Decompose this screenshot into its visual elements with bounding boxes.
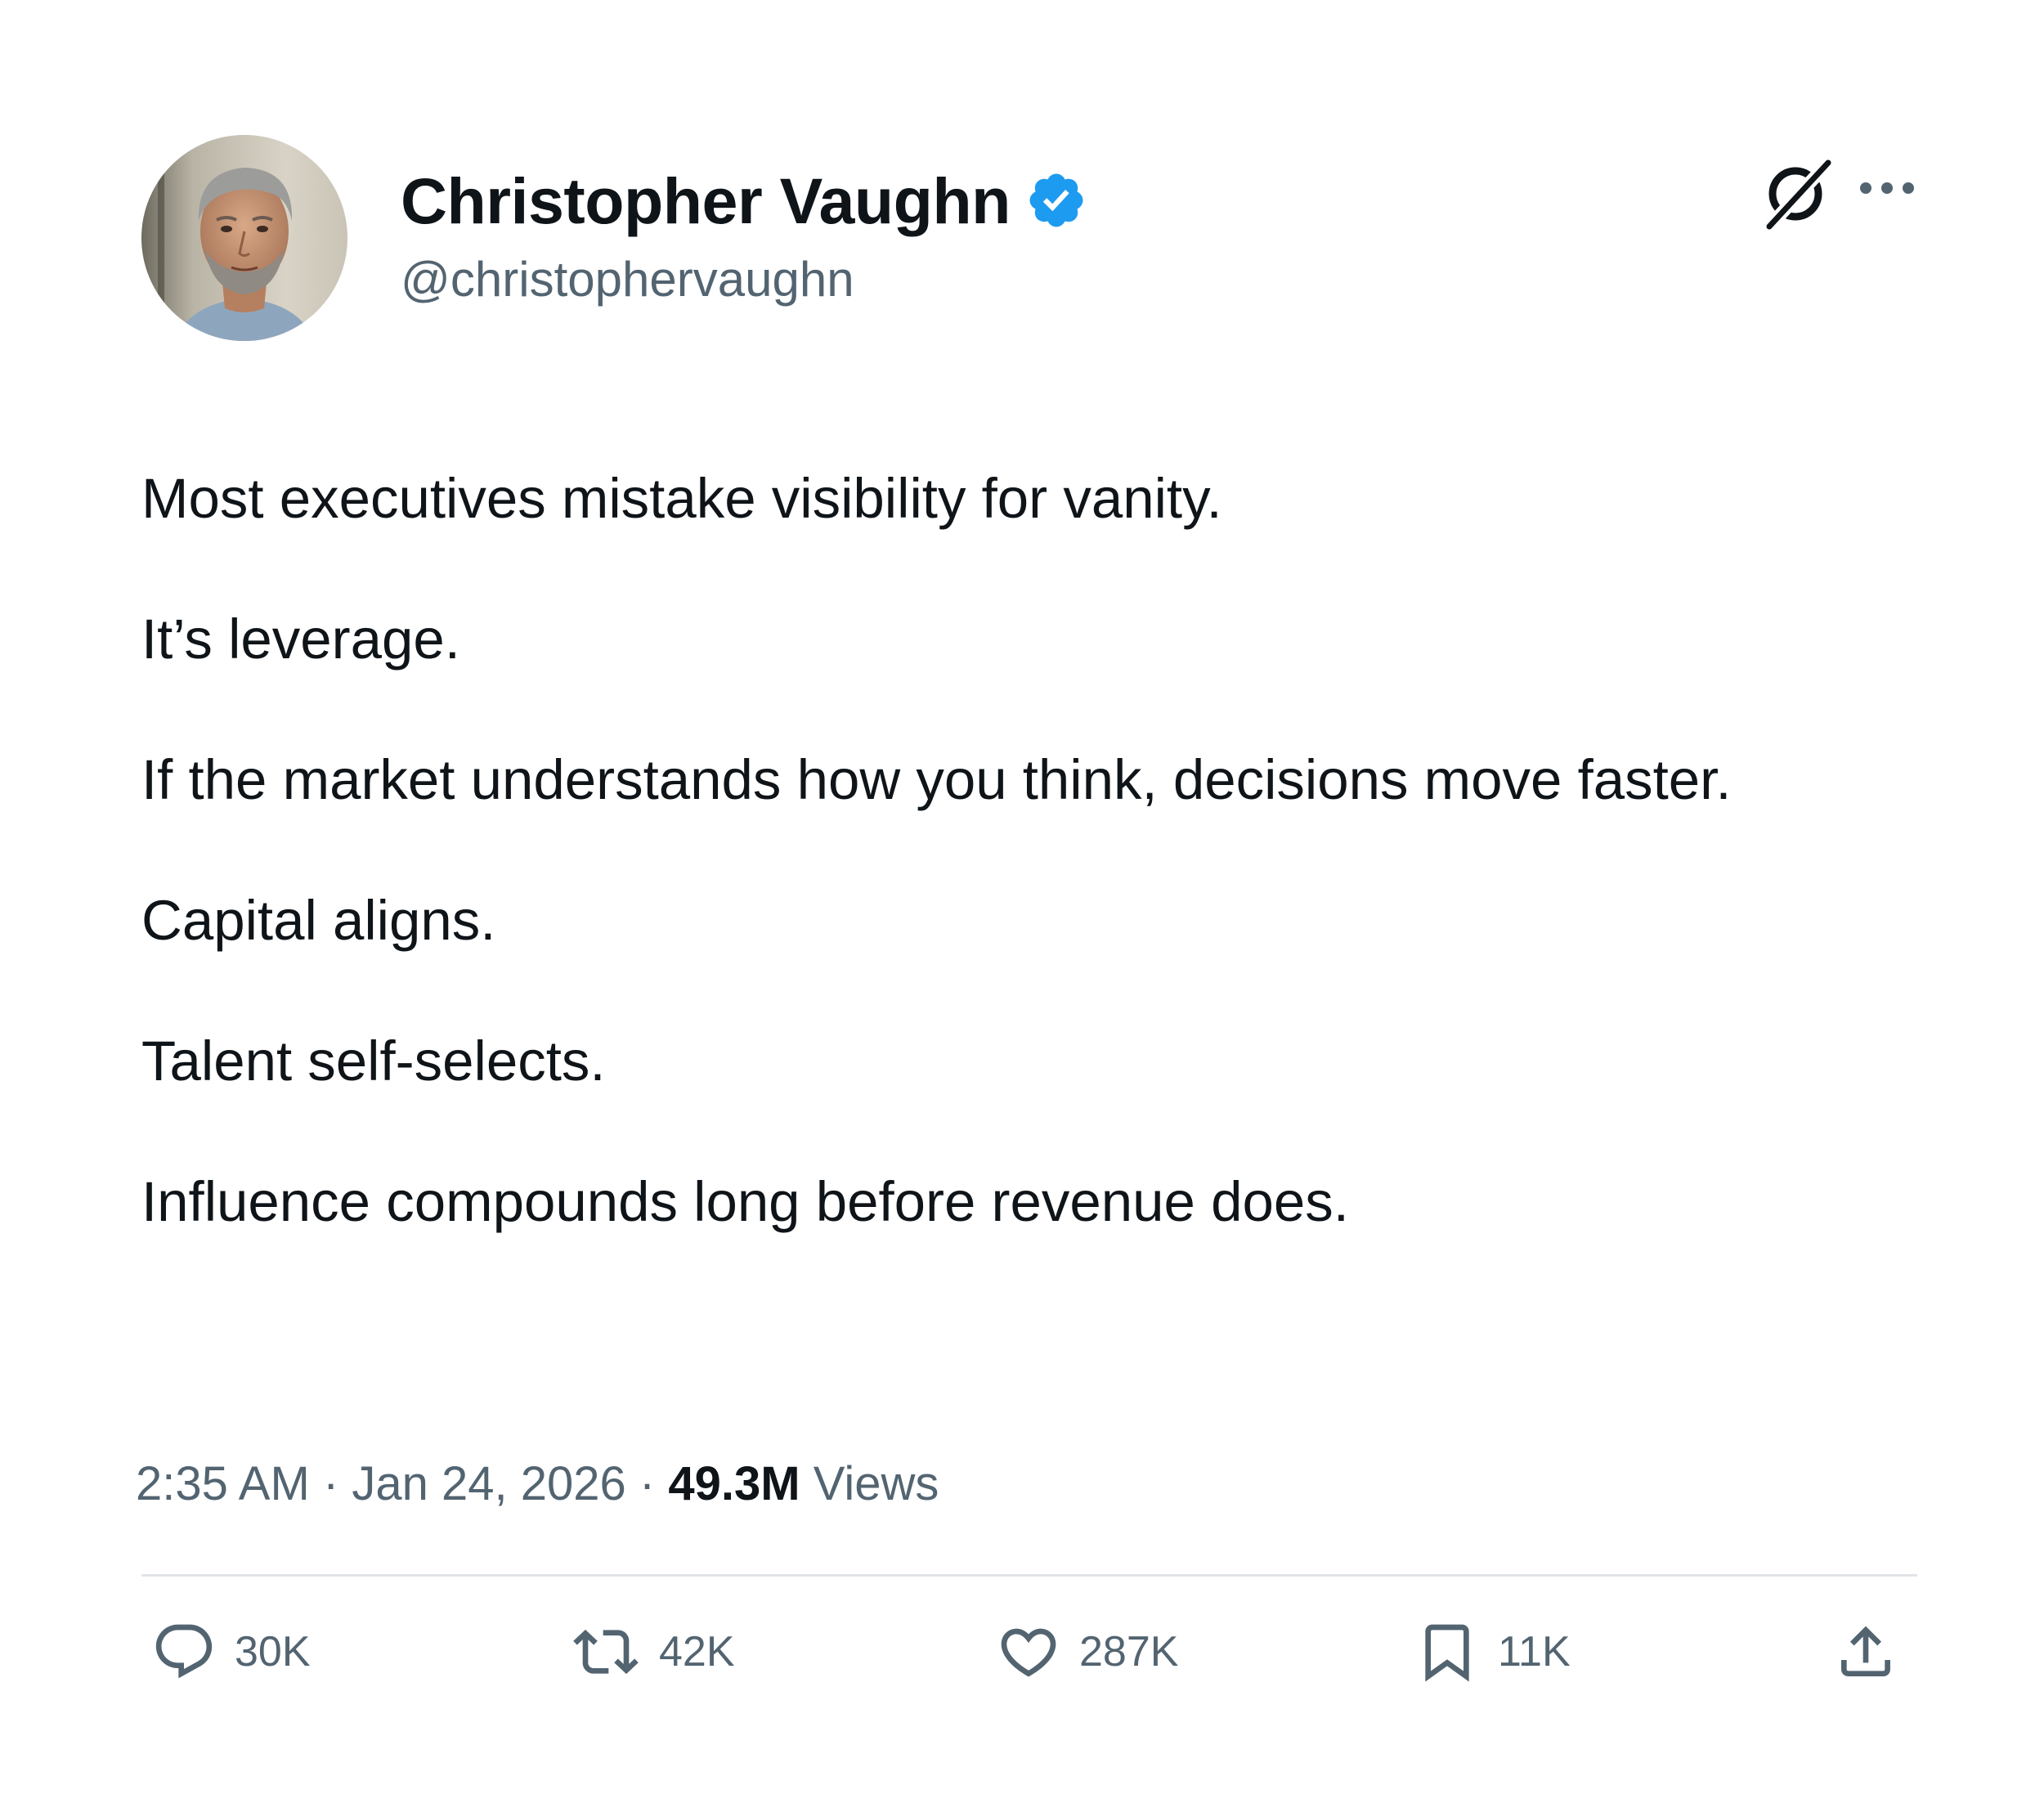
like-button[interactable]: 287K [996, 1615, 1178, 1689]
tweet-metadata: 2:35 AM · Jan 24, 2026 · 49.3M Views [136, 1460, 939, 1508]
avatar-photo [141, 135, 347, 341]
meta-separator: · [322, 1457, 339, 1510]
views-count: 49.3M [668, 1457, 800, 1510]
author-name-row[interactable]: Christopher Vaughn [401, 155, 1087, 245]
heart-icon [1001, 1628, 1056, 1677]
tweet-paragraph: Most executives mistake visibility for v… [141, 467, 1222, 530]
share-icon [1841, 1626, 1890, 1676]
divider [141, 1574, 1917, 1577]
tweet-date[interactable]: Jan 24, 2026 [352, 1457, 625, 1510]
repost-icon [573, 1629, 639, 1675]
grok-icon[interactable] [1758, 151, 1840, 233]
meta-separator: · [639, 1457, 656, 1510]
avatar[interactable] [141, 135, 347, 341]
share-button[interactable] [1833, 1615, 1898, 1689]
bookmark-button[interactable]: 11K [1414, 1615, 1571, 1689]
views-label: Views [813, 1457, 939, 1510]
tweet-card: Christopher Vaughn @christophervaughn Mo… [0, 0, 2044, 1808]
reply-count: 30K [235, 1628, 311, 1676]
repost-button[interactable]: 42K [571, 1615, 735, 1689]
tweet-paragraph: If the market understands how you think,… [141, 748, 1732, 811]
tweet-paragraph: Capital aligns. [141, 889, 496, 952]
reply-icon [155, 1624, 213, 1679]
like-count: 287K [1079, 1628, 1179, 1676]
display-name[interactable]: Christopher Vaughn [401, 168, 1011, 233]
tweet-time[interactable]: 2:35 AM [136, 1457, 310, 1510]
author-handle[interactable]: @christophervaughn [401, 255, 854, 304]
bookmark-icon [1425, 1624, 1469, 1682]
more-icon[interactable] [1854, 164, 1920, 213]
tweet-paragraph: Influence compounds long before revenue … [141, 1170, 1349, 1233]
tweet-paragraph: It’s leverage. [141, 608, 460, 671]
bookmark-count: 11K [1498, 1628, 1571, 1676]
verified-badge-icon[interactable] [1025, 169, 1087, 231]
reply-button[interactable]: 30K [151, 1615, 311, 1689]
tweet-paragraph: Talent self-selects. [141, 1030, 606, 1092]
repost-count: 42K [659, 1628, 735, 1676]
